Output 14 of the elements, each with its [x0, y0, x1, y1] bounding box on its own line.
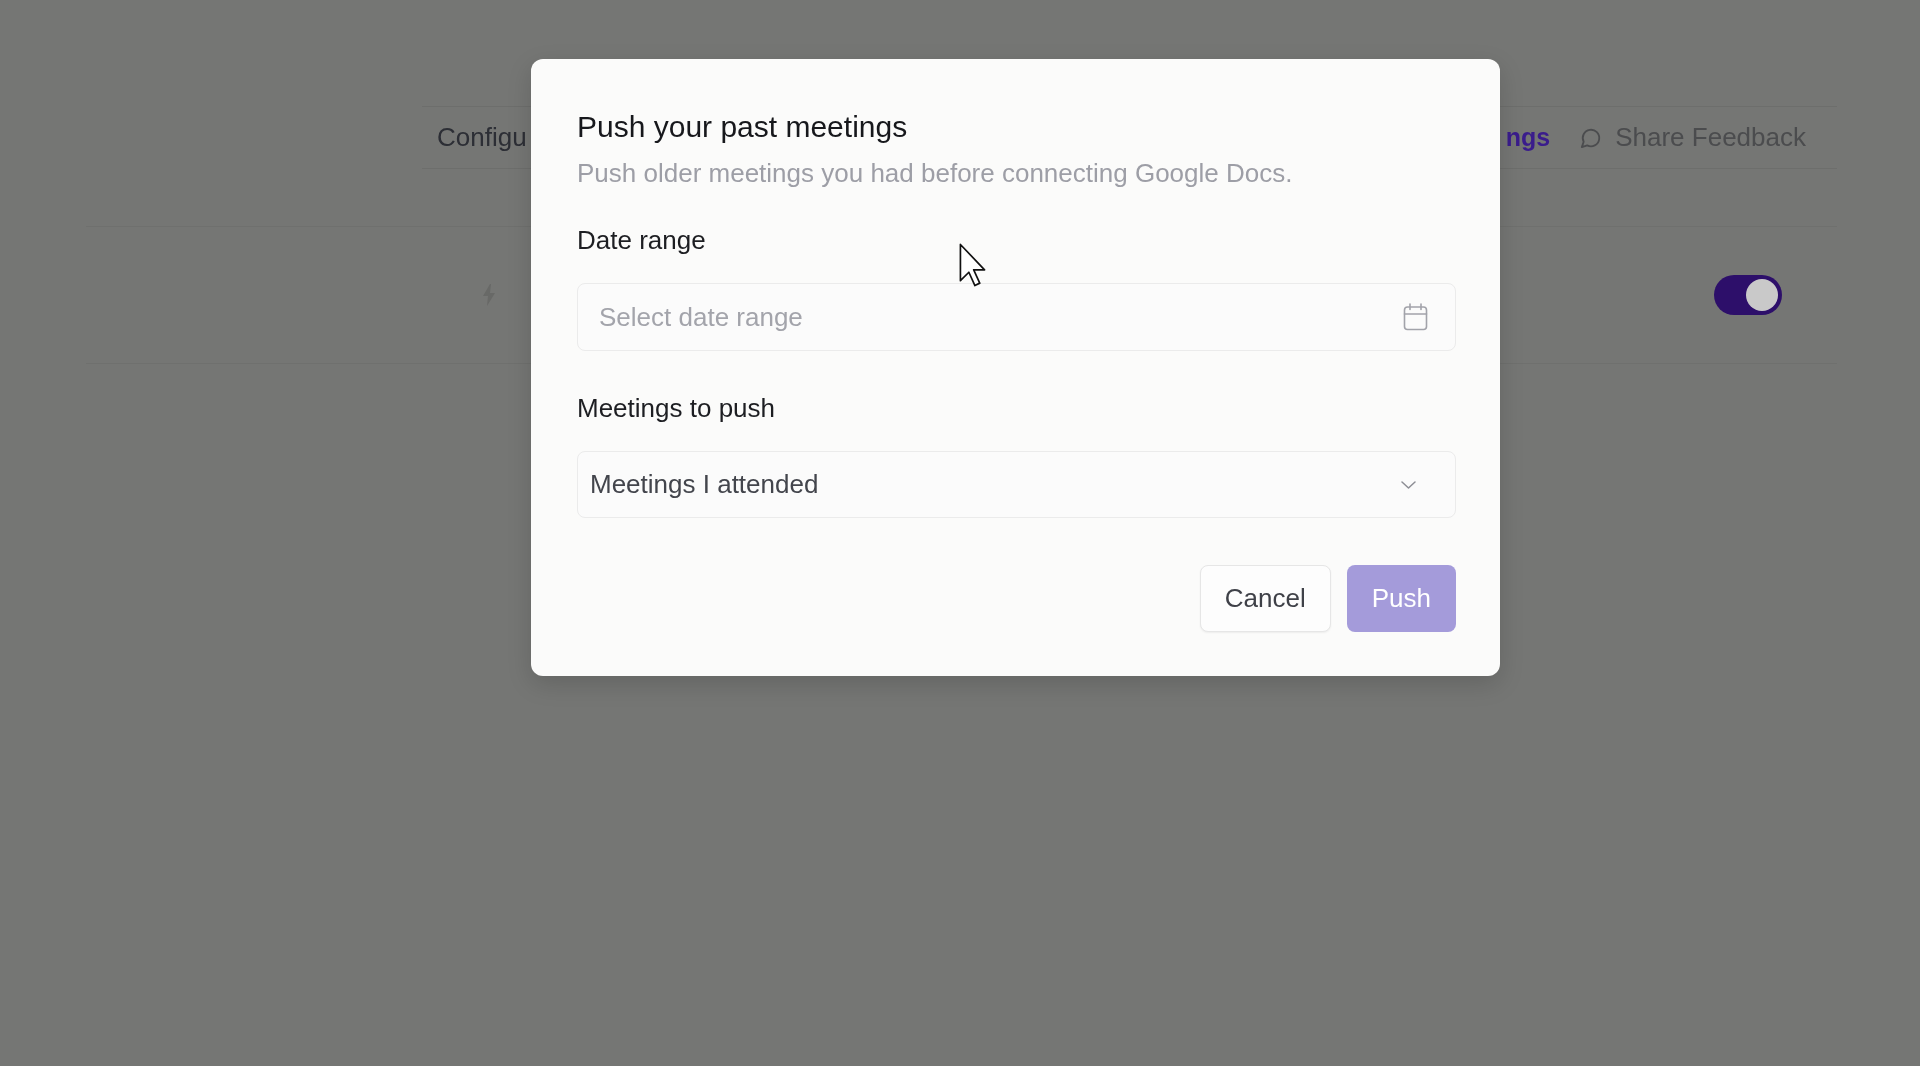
- toggle-switch[interactable]: [1714, 275, 1782, 315]
- chat-bubble-icon: [1580, 126, 1603, 149]
- mouse-pointer-icon: [958, 242, 987, 288]
- nav-tab[interactable]: ngs: [1505, 123, 1551, 152]
- cancel-button[interactable]: Cancel: [1199, 565, 1331, 632]
- chevron-down-icon: [1401, 480, 1416, 489]
- date-range-field[interactable]: Select date range: [577, 283, 1456, 351]
- calendar-icon: [1403, 303, 1428, 331]
- meetings-dropdown[interactable]: Meetings I attended: [577, 451, 1456, 518]
- dialog-title: Push your past meetings: [577, 109, 909, 145]
- dialog-subtitle: Push older meetings you had before connecting Google Docs.: [577, 157, 1294, 189]
- field-label: Meetings to push: [577, 392, 776, 424]
- field-label: Date range: [577, 224, 707, 256]
- nav-tab[interactable]: Configu: [437, 122, 527, 153]
